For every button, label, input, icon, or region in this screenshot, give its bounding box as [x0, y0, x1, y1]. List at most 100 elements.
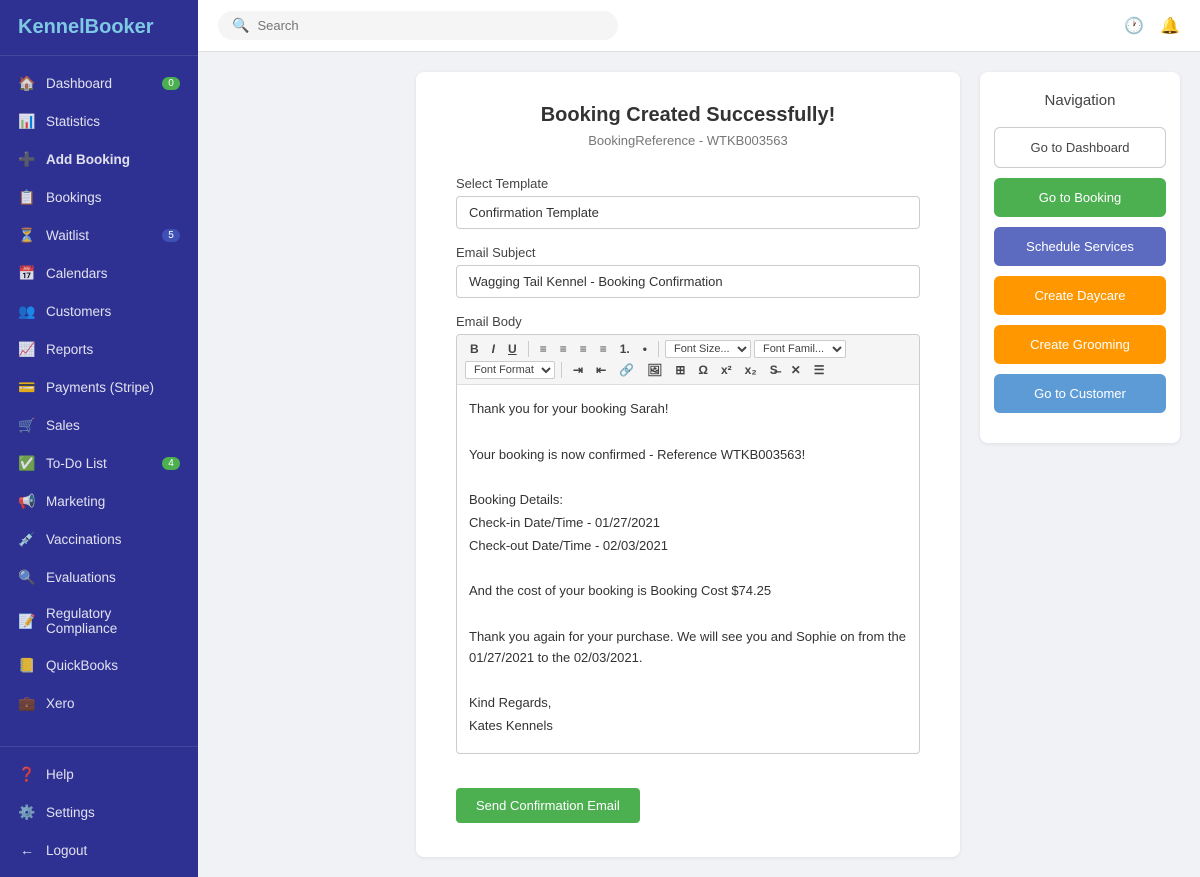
sidebar-item-calendars[interactable]: 📅Calendars — [0, 254, 198, 292]
booking-confirmation-card: Booking Created Successfully! BookingRef… — [416, 72, 960, 857]
bold-button[interactable]: B — [465, 340, 484, 358]
bookings-icon: 📋 — [18, 188, 36, 206]
sidebar-footer: ❓ Help ⚙️Settings←Logout — [0, 746, 198, 877]
toolbar-sep-1 — [528, 341, 529, 357]
bell-icon[interactable]: 🔔 — [1160, 16, 1180, 36]
app-logo: KennelBooker — [0, 0, 198, 56]
main-content: Booking Created Successfully! BookingRef… — [396, 52, 1200, 877]
sidebar-item-label-xero: Xero — [46, 696, 75, 711]
email-subject-group: Email Subject — [456, 245, 920, 298]
sidebar-item-label-statistics: Statistics — [46, 114, 100, 129]
sidebar-item-reports[interactable]: 📈 Reports — [0, 330, 198, 368]
evaluations-icon: 🔍 — [18, 568, 36, 586]
sidebar-item-label-quickbooks: QuickBooks — [46, 658, 118, 673]
list-ol-button[interactable]: 1. — [615, 340, 635, 358]
sidebar-item-customers[interactable]: 👥Customers — [0, 292, 198, 330]
app-logo-text: KennelBooker — [18, 16, 154, 38]
indent-button[interactable]: ⇥ — [568, 361, 588, 379]
sidebar-item-payments[interactable]: 💳 Payments (Stripe) — [0, 368, 198, 406]
clear-format-button[interactable]: ✕ — [786, 361, 806, 379]
email-subject-label: Email Subject — [456, 245, 920, 260]
underline-button[interactable]: U — [503, 340, 522, 358]
statistics-icon: 📊 — [18, 112, 36, 130]
payments-icon: 💳 — [18, 378, 36, 396]
sidebar-item-bookings[interactable]: 📋Bookings — [0, 178, 198, 216]
sidebar-item-logout[interactable]: ←Logout — [0, 831, 198, 869]
font-family-select[interactable]: Font Famil... — [754, 340, 846, 358]
nav-buttons-container: Go to Dashboard Go to Booking Schedule Ser… — [994, 127, 1166, 413]
font-size-select[interactable]: Font Size... — [665, 340, 751, 358]
sidebar-item-label-customers: Customers — [46, 304, 111, 319]
sidebar-item-quickbooks[interactable]: 📒 QuickBooks — [0, 646, 198, 684]
sidebar-item-settings[interactable]: ⚙️Settings — [0, 793, 198, 831]
align-justify-button[interactable]: ≡ — [595, 340, 612, 358]
sidebar-item-add-booking[interactable]: ➕Add Booking — [0, 140, 198, 178]
schedule-services-button[interactable]: Schedule Services — [994, 227, 1166, 266]
outdent-button[interactable]: ⇤ — [591, 361, 611, 379]
align-center-button[interactable]: ≡ — [555, 340, 572, 358]
sidebar-item-waitlist[interactable]: ⏳ Waitlist 5 — [0, 216, 198, 254]
sidebar-item-sales[interactable]: 🛒Sales — [0, 406, 198, 444]
navigation-panel: Navigation Go to DashboardGo to BookingS… — [980, 72, 1180, 443]
toolbar-sep-3 — [561, 362, 562, 378]
editor-toolbar: B I U ≡ ≡ ≡ ≡ 1. • Font Size... Font Fam… — [457, 335, 919, 385]
sidebar-item-label-marketing: Marketing — [46, 494, 105, 509]
email-body-editor[interactable]: Thank you for your booking Sarah! Your b… — [457, 385, 919, 753]
quickbooks-icon: 📒 — [18, 656, 36, 674]
send-confirmation-button[interactable]: Send Confirmation Email — [456, 788, 640, 823]
special-char-button[interactable]: Ω — [693, 361, 713, 379]
sidebar-item-label-evaluations: Evaluations — [46, 570, 116, 585]
template-label: Select Template — [456, 176, 920, 191]
template-group: Select Template Confirmation Template — [456, 176, 920, 229]
create-grooming-button[interactable]: Create Grooming — [994, 325, 1166, 364]
sidebar-badge-waitlist: 5 — [162, 229, 180, 242]
sales-icon: 🛒 — [18, 416, 36, 434]
superscript-button[interactable]: x² — [716, 361, 737, 379]
italic-button[interactable]: I — [487, 340, 500, 358]
subscript-button[interactable]: x₂ — [740, 361, 762, 379]
email-body-label: Email Body — [456, 314, 920, 329]
sidebar-footer-label-help: Help — [46, 767, 74, 782]
sidebar-item-label-add-booking: Add Booking — [46, 152, 130, 167]
table-button[interactable]: ⊞ — [670, 361, 690, 379]
sidebar-item-dashboard[interactable]: 🏠Dashboard0 — [0, 64, 198, 102]
email-subject-input[interactable] — [456, 265, 920, 298]
sidebar-item-label-waitlist: Waitlist — [46, 228, 89, 243]
sidebar-item-evaluations[interactable]: 🔍 Evaluations — [0, 558, 198, 596]
list-ul-button[interactable]: • — [638, 340, 652, 358]
image-button[interactable]: 🖼 — [642, 361, 667, 379]
align-right-button[interactable]: ≡ — [575, 340, 592, 358]
sidebar-item-label-regulatory: Regulatory Compliance — [46, 606, 180, 636]
create-daycare-button[interactable]: Create Daycare — [994, 276, 1166, 315]
clock-icon[interactable]: 🕐 — [1124, 16, 1144, 36]
waitlist-icon: ⏳ — [18, 226, 36, 244]
sidebar-item-label-vaccinations: Vaccinations — [46, 532, 122, 547]
strikethrough-button[interactable]: S̶ — [765, 361, 783, 379]
reports-icon: 📈 — [18, 340, 36, 358]
sidebar-item-todo[interactable]: ✅To-Do List4 — [0, 444, 198, 482]
sidebar-item-label-payments: Payments (Stripe) — [46, 380, 154, 395]
sidebar-item-vaccinations[interactable]: 💉Vaccinations — [0, 520, 198, 558]
search-input[interactable] — [257, 18, 604, 33]
sidebar-item-statistics[interactable]: 📊 Statistics — [0, 102, 198, 140]
sidebar-item-xero[interactable]: 💼Xero — [0, 684, 198, 722]
sidebar-item-label-reports: Reports — [46, 342, 93, 357]
sidebar-item-label-todo: To-Do List — [46, 456, 107, 471]
calendars-icon: 📅 — [18, 264, 36, 282]
sidebar-item-regulatory[interactable]: 📝Regulatory Compliance — [0, 596, 198, 646]
align-left-button[interactable]: ≡ — [535, 340, 552, 358]
topbar: 🔍 🕐 🔔 — [198, 0, 1200, 52]
go-to-customer-button[interactable]: Go to Customer — [994, 374, 1166, 413]
sidebar-item-marketing[interactable]: 📢Marketing — [0, 482, 198, 520]
go-to-booking-button[interactable]: Go to Booking — [994, 178, 1166, 217]
search-bar[interactable]: 🔍 — [218, 11, 618, 40]
email-body-group: Email Body B I U ≡ ≡ ≡ ≡ 1. • Font Size.… — [456, 314, 920, 754]
more-options-button[interactable]: ☰ — [809, 361, 830, 379]
go-to-dashboard-button[interactable]: Go to Dashboard — [994, 127, 1166, 168]
help-icon: ❓ — [18, 765, 36, 783]
link-button[interactable]: 🔗 — [614, 361, 639, 379]
sidebar-item-help[interactable]: ❓ Help — [0, 755, 198, 793]
font-format-select[interactable]: Font Format — [465, 361, 555, 379]
sidebar: KennelBooker 🏠Dashboard0 📊 Statistics ➕Add … — [0, 0, 198, 877]
template-select[interactable]: Confirmation Template — [456, 196, 920, 229]
